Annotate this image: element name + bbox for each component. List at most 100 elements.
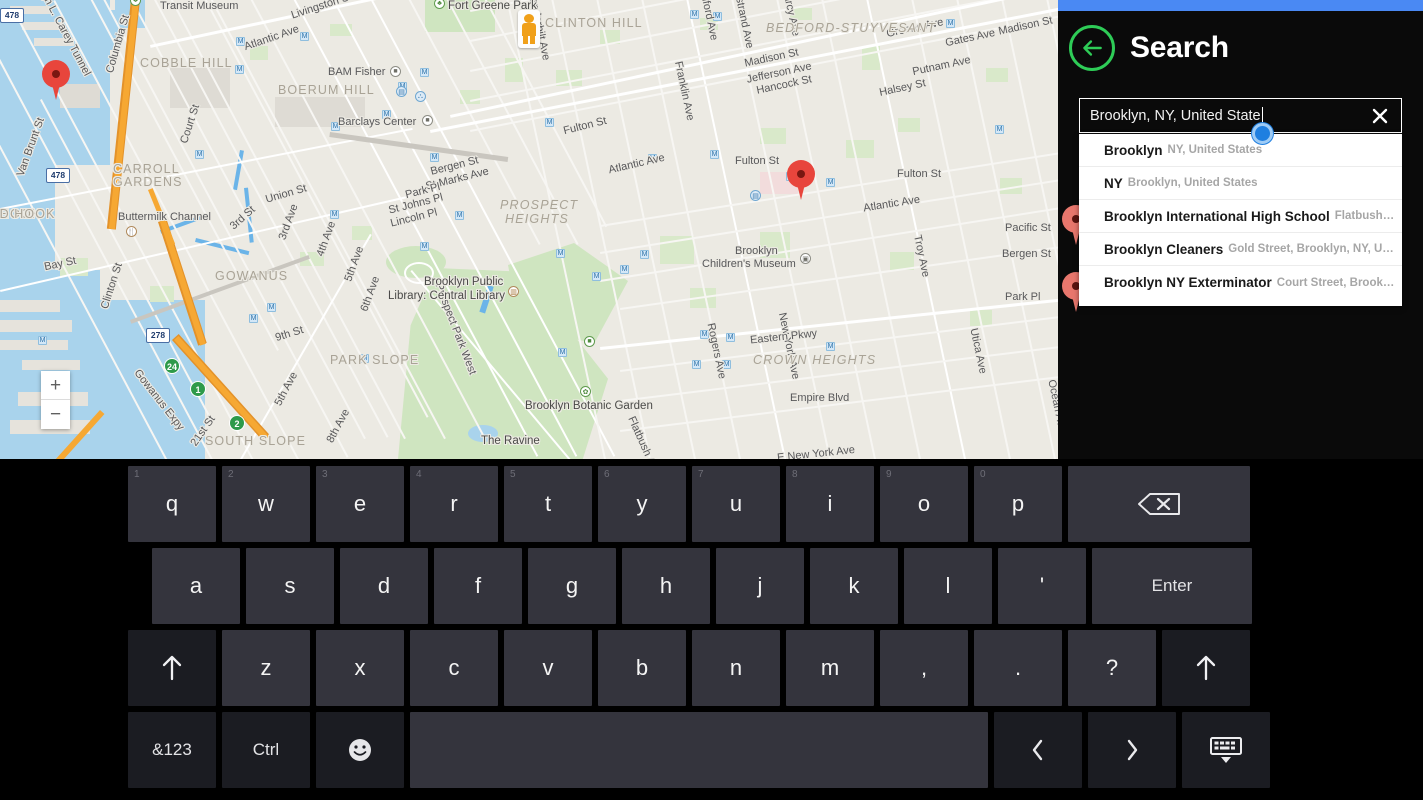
key-[interactable]: , [880,630,968,706]
key-n[interactable]: n [692,630,780,706]
key-d[interactable]: d [340,548,428,624]
map-label: Atlantic Ave [607,151,666,177]
key-backspace[interactable] [1068,466,1250,542]
subway-icon: M [38,336,47,345]
street-line [0,195,410,293]
suggestion-item[interactable]: Brooklyn NY Exterminator Court Street, Br… [1079,266,1402,299]
key-g[interactable]: g [528,548,616,624]
key-o[interactable]: o9 [880,466,968,542]
zoom-out-button[interactable]: − [41,400,70,429]
key-label: z [260,655,272,680]
clear-search-button[interactable] [1369,105,1391,127]
key-emoji[interactable] [316,712,404,788]
museum-icon: ▣ [800,253,811,264]
key-Ctrl[interactable]: Ctrl [222,712,310,788]
map-pin-marker[interactable] [42,60,70,100]
key-shift-up[interactable] [128,630,216,706]
key-label: t [544,491,552,516]
map-label: Pacific St [1005,222,1051,234]
key-number-hint: 4 [416,469,422,480]
key-k[interactable]: k [810,548,898,624]
key-m[interactable]: m [786,630,874,706]
key-label: ' [1039,573,1045,598]
key-t[interactable]: t5 [504,466,592,542]
key-a[interactable]: a [152,548,240,624]
map-canvas[interactable]: 478 478 278 24 1 2 M M M M M M M M M M M… [0,0,1058,459]
map-label: Hancock St [755,73,813,97]
key-[interactable]: ' [998,548,1086,624]
key-p[interactable]: p0 [974,466,1062,542]
map-pin-marker[interactable] [787,160,815,200]
search-input[interactable]: Brooklyn, NY, United State [1079,98,1402,133]
suggestion-item[interactable]: Brooklyn NY, United States [1079,134,1402,167]
subway-icon: M [267,303,276,312]
key-[interactable]: ? [1068,630,1156,706]
emoji-icon [349,739,371,761]
back-button[interactable] [1069,25,1115,71]
key-arrow-right[interactable] [1088,712,1176,788]
subway-icon: M [648,154,657,163]
key-c[interactable]: c [410,630,498,706]
key-h[interactable]: h [622,548,710,624]
key-e[interactable]: e3 [316,466,404,542]
key-w[interactable]: w2 [222,466,310,542]
subway-icon: M [713,12,722,21]
pier [34,38,74,46]
subway-icon: M [826,342,835,351]
key-j[interactable]: j [716,548,804,624]
library-icon: ▥ [508,286,519,297]
subway-icon: M [946,19,955,28]
poi-icon: ▤ [396,86,407,97]
key-u[interactable]: u7 [692,466,780,542]
key-number-hint: 0 [980,469,986,480]
suggestion-main-text: Brooklyn Cleaners [1104,241,1224,257]
zoom-controls[interactable]: + − [41,371,70,429]
key-hide-keyboard[interactable] [1182,712,1270,788]
key-number-hint: 3 [322,469,328,480]
map-label: 5th Ave [272,370,301,408]
search-suggestions-list[interactable]: Brooklyn NY, United States NY Brooklyn, Uni… [1079,134,1402,306]
map-label: E New York Ave [776,443,856,459]
subway-icon: M [826,178,835,187]
exit-badge: 2 [229,415,245,431]
key-s[interactable]: s [246,548,334,624]
pegman-street-view[interactable] [518,10,540,48]
green-block [846,140,874,158]
subway-icon: M [545,118,554,127]
key-[interactable]: . [974,630,1062,706]
pier [22,360,80,370]
on-screen-keyboard[interactable]: q1w2e3r4t5y6u7i8o9p0 a s d f g h j k l ' Enter zxc… [0,459,1423,800]
key-label: j [757,573,763,598]
key-i[interactable]: i8 [786,466,874,542]
key-space[interactable] [410,712,988,788]
suggestion-item[interactable]: Brooklyn Cleaners Gold Street, Brooklyn, … [1079,233,1402,266]
key-q[interactable]: q1 [128,466,216,542]
key-123[interactable]: &123 [128,712,216,788]
key-b[interactable]: b [598,630,686,706]
transit-icon: ▤ [750,190,761,201]
key-f[interactable]: f [434,548,522,624]
key-x[interactable]: x [316,630,404,706]
key-v[interactable]: v [504,630,592,706]
key-label: r [450,491,458,516]
zoom-in-button[interactable]: + [41,371,70,400]
key-l[interactable]: l [904,548,992,624]
key-y[interactable]: y6 [598,466,686,542]
key-Enter[interactable]: Enter [1092,548,1252,624]
search-input-value: Brooklyn, NY, United State [1090,107,1369,124]
suggestion-item[interactable]: NY Brooklyn, United States [1079,167,1402,200]
key-label: a [189,573,203,598]
key-arrow-left[interactable] [994,712,1082,788]
key-shift-up[interactable] [1162,630,1250,706]
key-label: o [917,491,931,516]
subway-icon: M [556,249,565,258]
key-r[interactable]: r4 [410,466,498,542]
suggestion-item[interactable]: Brooklyn International High School Flatbu… [1079,200,1402,233]
map-label: PROSPECT [500,198,579,212]
key-z[interactable]: z [222,630,310,706]
subway-icon: M [249,314,258,323]
text-caret [1261,107,1264,123]
subway-icon: M [360,354,369,363]
key-label: c [448,655,460,680]
panel-header: Search [1069,20,1229,76]
